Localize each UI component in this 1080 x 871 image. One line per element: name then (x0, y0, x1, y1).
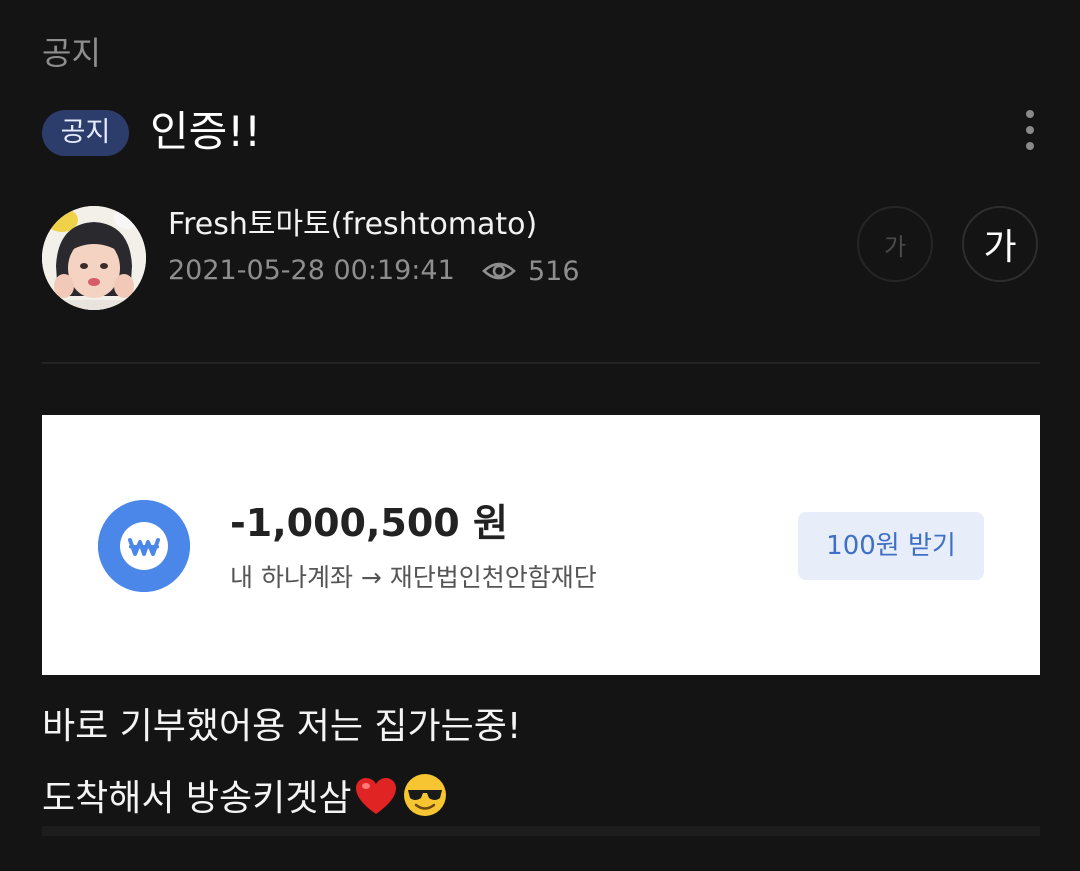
header-divider (42, 362, 1040, 364)
font-size-decrease-button[interactable]: 가 (857, 206, 933, 282)
won-coin-icon (98, 500, 190, 592)
post-content-line-2: 도착해서 방송키겟삼 (42, 772, 448, 831)
transfer-card: -1,000,500 원 내 하나계좌 → 재단법인천안함재단 100원 받기 (42, 415, 1040, 675)
post-date: 2021-05-28 00:19:41 (168, 255, 455, 286)
view-count-value: 516 (528, 255, 580, 287)
eye-icon (482, 262, 516, 280)
transfer-route: 내 하나계좌 → 재단법인천안함재단 (230, 563, 597, 592)
author-avatar[interactable] (42, 206, 146, 310)
red-heart-icon (354, 776, 398, 829)
author-name[interactable]: Fresh토마토(freshtomato) (168, 205, 537, 245)
font-size-increase-button[interactable]: 가 (962, 206, 1038, 282)
transfer-amount: -1,000,500 원 (230, 501, 508, 545)
post-content-line-2-text: 도착해서 방송키겟삼 (42, 778, 352, 819)
post-title: 인증!! (150, 107, 261, 156)
sunglasses-face-icon (402, 772, 448, 831)
view-count: 516 (482, 252, 580, 290)
content-bottom-bar (42, 826, 1040, 836)
more-vertical-icon[interactable] (1018, 110, 1042, 150)
post-content-line-1: 바로 기부했어용 저는 집가는중! (42, 706, 522, 747)
board-category[interactable]: 공지 (42, 32, 101, 74)
receive-100-won-button[interactable]: 100원 받기 (798, 512, 984, 580)
notice-badge: 공지 (42, 110, 129, 156)
